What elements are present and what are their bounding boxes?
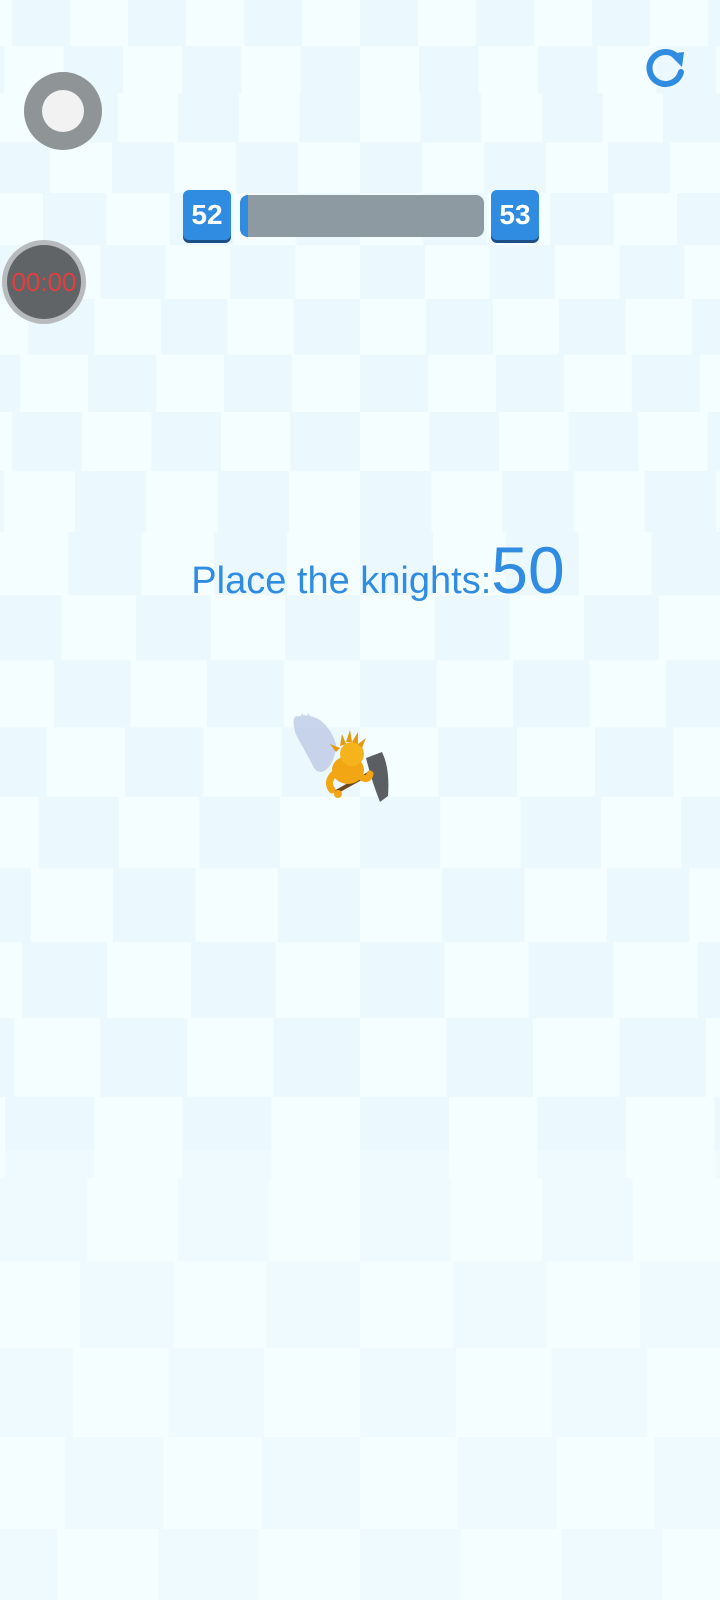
game-stage[interactable]: 00:00 52 53 Place the knights:50: [0, 0, 720, 1600]
instruction-text: Place the knights:50: [0, 532, 720, 608]
level-progress-fill: [240, 195, 248, 237]
record-toggle-button[interactable]: [24, 72, 102, 150]
knight-character[interactable]: [290, 712, 410, 822]
timer-text: 00:00: [7, 245, 81, 319]
current-level-badge: 52: [183, 190, 231, 240]
record-toggle-icon: [42, 90, 84, 132]
restart-icon[interactable]: [642, 46, 688, 92]
next-level-badge: 53: [491, 190, 539, 240]
level-progress-bar: [240, 195, 484, 237]
timer: 00:00: [2, 240, 86, 324]
instruction-label: Place the knights:: [191, 560, 492, 602]
knights-remaining-count: 50: [491, 533, 565, 607]
